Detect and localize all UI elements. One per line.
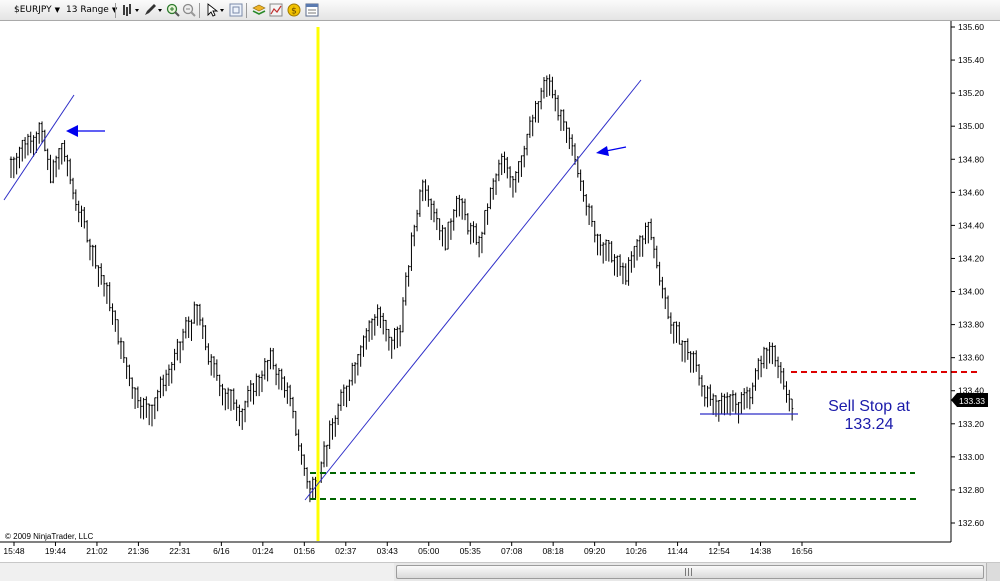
pencil-icon	[145, 4, 162, 15]
chart-background	[0, 21, 1000, 562]
current-price-box: 133.33	[951, 393, 988, 407]
sell-stop-annotation-line1: Sell Stop at	[828, 398, 910, 415]
scroll-right-button[interactable]	[986, 563, 1000, 581]
data-series-icon	[252, 4, 266, 15]
time-tick-label: 07:08	[501, 546, 523, 556]
properties-button[interactable]	[303, 3, 321, 18]
price-chart[interactable]: Sell Stop at 133.24 © 2009 NinjaTrader, …	[0, 21, 1000, 562]
time-tick-label: 6/16	[213, 546, 230, 556]
grip-icon	[685, 568, 693, 576]
time-tick-label: 10:26	[625, 546, 647, 556]
period-label: 13 Range	[66, 5, 109, 15]
zoom-out-button[interactable]	[180, 3, 198, 18]
price-tick-label: 134.20	[958, 253, 984, 263]
time-tick-label: 16:56	[791, 546, 813, 556]
price-tick-label: 133.60	[958, 353, 984, 363]
toolbar-separator	[199, 3, 200, 18]
zoom-out-icon	[182, 3, 196, 17]
price-tick-label: 134.60	[958, 187, 984, 197]
time-tick-label: 14:38	[750, 546, 772, 556]
bar-chart-icon	[123, 4, 139, 16]
crosshair-button[interactable]	[227, 3, 245, 18]
scrollbar-thumb[interactable]	[396, 565, 984, 579]
instrument-selector[interactable]: $EURJPY ▼	[12, 3, 62, 18]
price-tick-label: 133.00	[958, 452, 984, 462]
zoom-in-icon	[166, 3, 180, 17]
time-tick-label: 19:44	[45, 546, 67, 556]
sell-stop-annotation-line2: 133.24	[845, 416, 894, 433]
time-tick-label: 01:56	[294, 546, 316, 556]
price-tick-label: 133.80	[958, 320, 984, 330]
instrument-label: $EURJPY	[14, 5, 52, 15]
time-tick-label: 21:36	[128, 546, 150, 556]
horizontal-scrollbar[interactable]	[0, 562, 1000, 581]
copyright-text: © 2009 NinjaTrader, LLC	[5, 532, 94, 541]
price-tick-label: 132.80	[958, 485, 984, 495]
toolbar-separator	[115, 3, 116, 18]
indicators-button[interactable]	[267, 3, 285, 18]
time-tick-label: 21:02	[86, 546, 108, 556]
time-tick-label: 15:48	[3, 546, 25, 556]
scrollbar-track[interactable]	[0, 563, 394, 581]
time-tick-label: 05:35	[460, 546, 482, 556]
current-price-label: 133.33	[959, 396, 985, 406]
svg-text:$: $	[291, 7, 297, 17]
period-selector[interactable]: 13 Range▼	[64, 3, 119, 18]
price-tick-label: 132.60	[958, 518, 984, 528]
time-tick-label: 09:20	[584, 546, 606, 556]
time-tick-label: 05:00	[418, 546, 440, 556]
price-tick-label: 133.20	[958, 419, 984, 429]
crosshair-icon	[229, 3, 243, 17]
time-tick-label: 11:44	[667, 546, 688, 556]
strategies-button[interactable]: $	[285, 3, 303, 18]
toolbar-separator	[246, 3, 247, 18]
time-tick-label: 02:37	[335, 546, 357, 556]
time-tick-label: 08:18	[543, 546, 565, 556]
time-tick-label: 22:31	[169, 546, 191, 556]
price-tick-label: 135.60	[958, 22, 984, 32]
price-tick-label: 135.40	[958, 55, 984, 65]
data-series-button[interactable]	[250, 3, 268, 18]
chart-toolbar: $EURJPY▼ 13 Range▼	[0, 0, 1000, 21]
price-tick-label: 134.80	[958, 154, 984, 164]
price-tick-label: 134.00	[958, 287, 984, 297]
cursor-icon	[207, 3, 224, 17]
price-tick-label: 135.20	[958, 88, 984, 98]
properties-icon	[305, 3, 319, 17]
time-tick-label: 03:43	[377, 546, 399, 556]
price-tick-label: 134.40	[958, 220, 984, 230]
time-tick-label: 12:54	[708, 546, 730, 556]
indicator-icon	[269, 3, 283, 17]
strategy-icon: $	[287, 3, 301, 17]
time-tick-label: 01:24	[252, 546, 274, 556]
price-tick-label: 135.00	[958, 121, 984, 131]
chevron-down-icon: ▼	[54, 6, 61, 14]
cursor-mode-button[interactable]	[203, 3, 229, 18]
